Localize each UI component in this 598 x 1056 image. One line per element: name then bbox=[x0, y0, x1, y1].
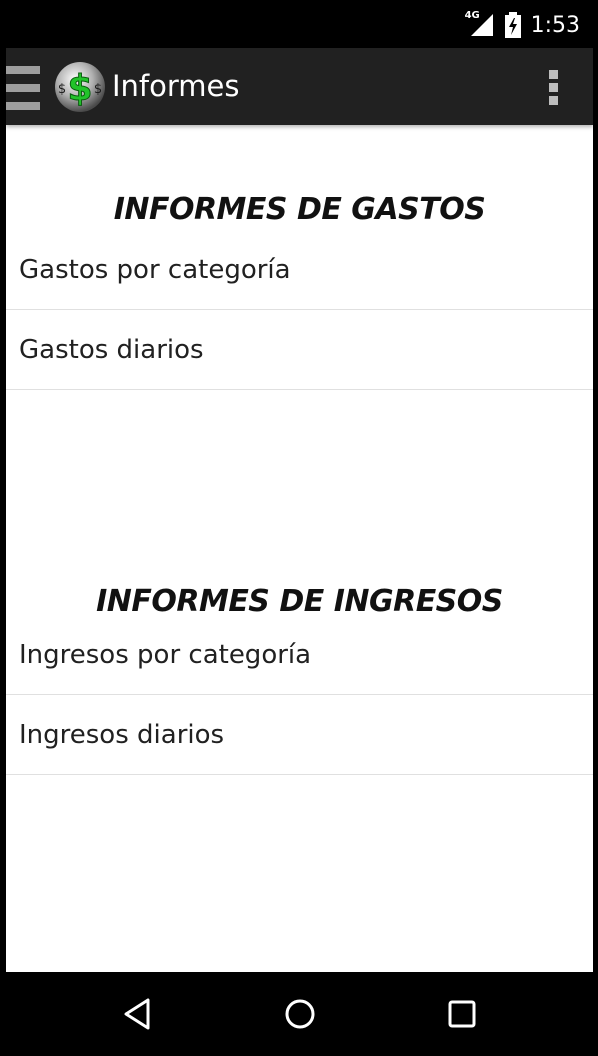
hamburger-icon[interactable] bbox=[6, 66, 40, 110]
recents-icon[interactable] bbox=[437, 992, 487, 1036]
status-icons: 4G 1:53 bbox=[465, 10, 580, 40]
section-title-gastos: INFORMES DE GASTOS bbox=[113, 192, 486, 227]
svg-text:$: $ bbox=[94, 82, 102, 97]
more-vert-icon[interactable] bbox=[549, 70, 559, 106]
list-item-ingresos-diarios[interactable]: Ingresos diarios bbox=[6, 695, 593, 775]
device: 4G 1:53 $ $ $ Informes INFORMES DE GASTO… bbox=[0, 0, 598, 1056]
page-title: Informes bbox=[112, 69, 240, 103]
status-bar: 4G 1:53 bbox=[0, 0, 598, 48]
battery-icon bbox=[504, 12, 521, 38]
svg-text:$: $ bbox=[58, 82, 66, 97]
home-icon[interactable] bbox=[275, 992, 325, 1036]
app-screen: $ $ $ Informes INFORMES DE GASTOS Gastos… bbox=[6, 48, 593, 972]
signal-icon: 4G bbox=[465, 10, 495, 38]
svg-text:$: $ bbox=[67, 68, 92, 109]
navigation-bar bbox=[0, 972, 598, 1056]
list-item-ingresos-por-categoria[interactable]: Ingresos por categoría bbox=[6, 615, 593, 695]
action-bar: $ $ $ Informes bbox=[6, 48, 593, 125]
list-item-gastos-diarios[interactable]: Gastos diarios bbox=[6, 310, 593, 390]
status-clock: 1:53 bbox=[530, 12, 580, 38]
section-title-ingresos: INFORMES DE INGRESOS bbox=[96, 584, 503, 619]
list-item-gastos-por-categoria[interactable]: Gastos por categoría bbox=[6, 230, 593, 310]
app-logo[interactable]: $ $ $ bbox=[54, 61, 106, 113]
back-icon[interactable] bbox=[112, 992, 162, 1036]
